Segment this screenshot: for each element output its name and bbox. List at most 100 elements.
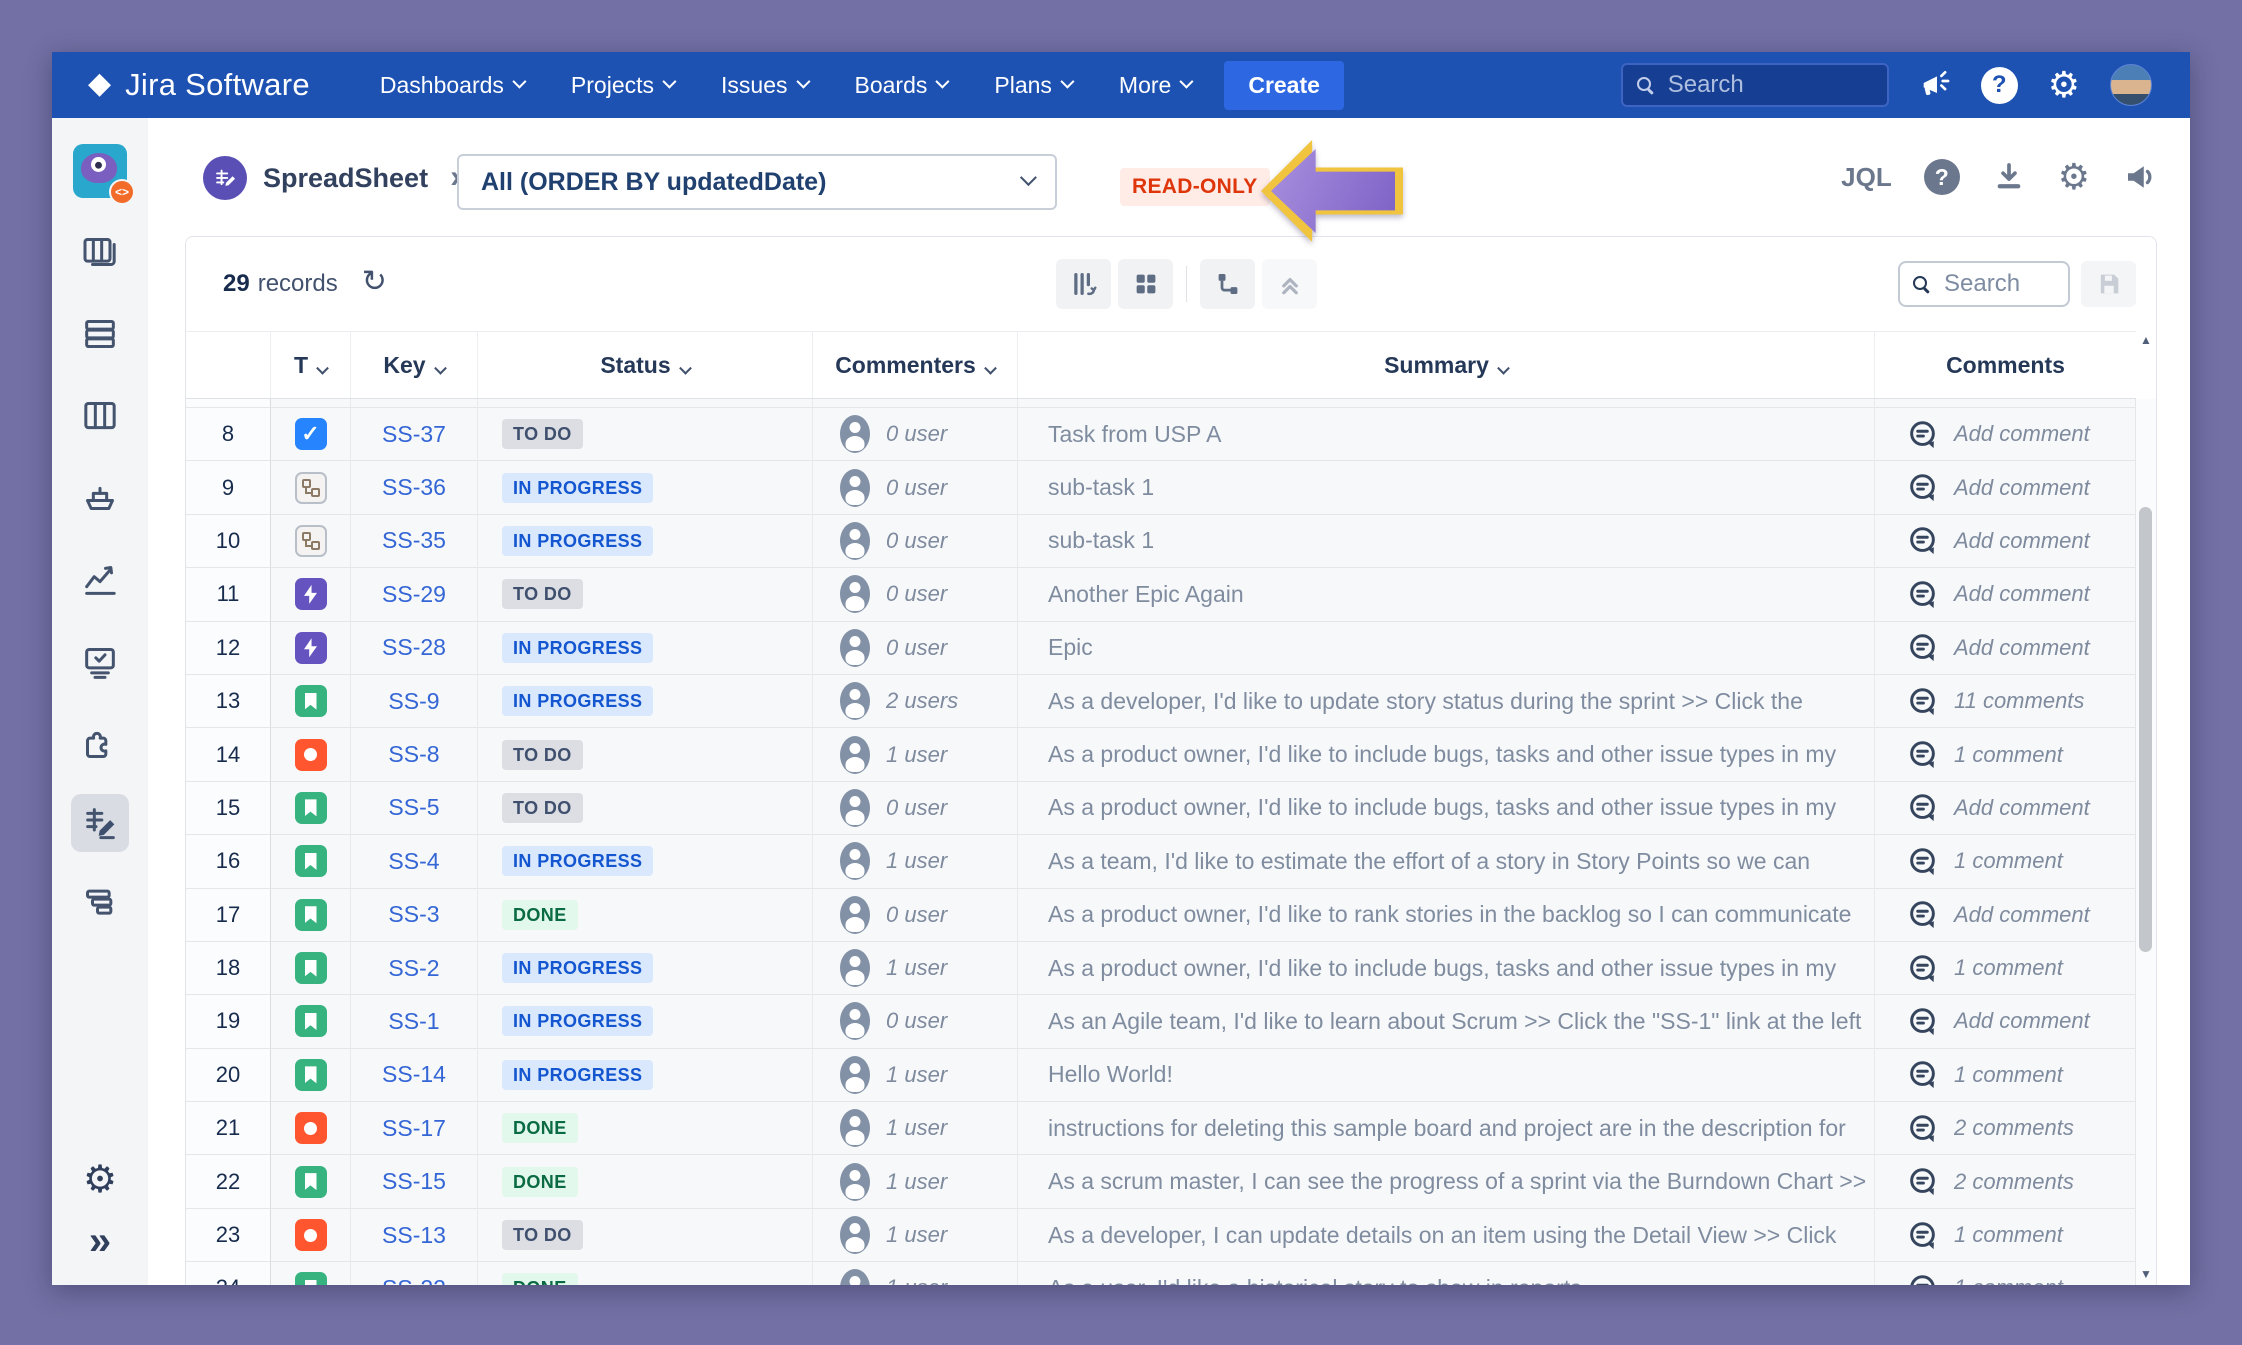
issue-key-link[interactable]: SS-15	[351, 1155, 478, 1208]
summary-cell[interactable]: sub-task 1	[1018, 461, 1875, 514]
save-filter-button[interactable]	[2081, 261, 2136, 307]
issue-key-link[interactable]: SS-5	[351, 782, 478, 835]
column-header-status[interactable]: Status	[478, 332, 813, 398]
sidebar-item-board[interactable]	[78, 230, 122, 274]
announcements-megaphone-icon[interactable]	[2122, 159, 2158, 195]
comments-cell[interactable]: 1 comment	[1875, 1209, 2136, 1262]
column-header-comments[interactable]: Comments	[1875, 332, 2136, 398]
issue-key-link[interactable]: SS-35	[351, 515, 478, 568]
help-icon[interactable]: ?	[1924, 159, 1960, 195]
summary-cell[interactable]: Task from USP A	[1018, 408, 1875, 461]
summary-cell[interactable]: instructions for deleting this sample bo…	[1018, 1102, 1875, 1155]
summary-cell[interactable]: sub-task 1	[1018, 515, 1875, 568]
comments-cell[interactable]: 2 comments	[1875, 1155, 2136, 1208]
summary-cell[interactable]: As a product owner, I'd like to include …	[1018, 728, 1875, 781]
issue-key-link[interactable]: SS-3	[351, 889, 478, 942]
configure-columns-button[interactable]	[1056, 259, 1111, 309]
issue-key-link[interactable]: SS-8	[351, 728, 478, 781]
comments-cell[interactable]: Add comment	[1875, 622, 2136, 675]
issue-key-link[interactable]: SS-14	[351, 1049, 478, 1102]
summary-cell[interactable]: As an Agile team, I'd like to learn abou…	[1018, 995, 1875, 1048]
card-view-button[interactable]	[1118, 259, 1173, 309]
summary-cell[interactable]: Epic	[1018, 622, 1875, 675]
comments-cell[interactable]: 1 comment	[1875, 1049, 2136, 1102]
summary-cell[interactable]: As a developer, I can update details on …	[1018, 1209, 1875, 1262]
scroll-down-icon[interactable]: ▼	[2140, 1267, 2152, 1281]
nav-menu-issues[interactable]: Issues	[721, 72, 806, 99]
comments-cell[interactable]: Add comment	[1875, 515, 2136, 568]
comments-cell[interactable]: 11 comments	[1875, 675, 2136, 728]
project-settings-gear-icon[interactable]: ⚙	[83, 1161, 117, 1199]
nav-menu-boards[interactable]: Boards	[855, 72, 947, 99]
comments-cell[interactable]: Add comment	[1875, 461, 2136, 514]
comments-cell[interactable]: Add comment	[1875, 782, 2136, 835]
nav-menu-dashboards[interactable]: Dashboards	[380, 72, 523, 99]
filter-dropdown[interactable]: All (ORDER BY updatedDate)	[457, 154, 1057, 210]
comments-cell[interactable]: 2 comments	[1875, 1102, 2136, 1155]
comments-cell[interactable]: Add comment	[1875, 889, 2136, 942]
summary-cell[interactable]: Another Epic Again	[1018, 568, 1875, 621]
download-icon[interactable]	[1992, 160, 2026, 194]
comments-cell[interactable]: 1 comment	[1875, 942, 2136, 995]
column-header-type[interactable]: T	[271, 332, 351, 398]
issue-key-link[interactable]: SS-29	[351, 568, 478, 621]
global-search[interactable]	[1621, 63, 1889, 107]
table-scrollbar[interactable]: ▲ ▼	[2135, 399, 2156, 1285]
global-search-input[interactable]	[1666, 70, 1850, 100]
nav-menu-more[interactable]: More	[1119, 72, 1190, 99]
sidebar-item-reports[interactable]	[78, 558, 122, 602]
summary-cell[interactable]: As a user, I'd like a historical story t…	[1018, 1262, 1875, 1285]
table-search[interactable]	[1898, 261, 2070, 307]
settings-gear-icon[interactable]: ⚙	[2048, 67, 2080, 103]
collapse-all-button[interactable]	[1262, 259, 1317, 309]
issue-key-link[interactable]: SS-36	[351, 461, 478, 514]
sidebar-item-add-ons[interactable]	[78, 722, 122, 766]
summary-cell[interactable]: As a product owner, I'd like to rank sto…	[1018, 889, 1875, 942]
scroll-up-icon[interactable]: ▲	[2140, 333, 2152, 347]
user-avatar[interactable]	[2110, 64, 2152, 106]
summary-cell[interactable]: As a developer, I'd like to update story…	[1018, 675, 1875, 728]
table-search-input[interactable]	[1942, 269, 2046, 299]
issue-key-link[interactable]: SS-28	[351, 622, 478, 675]
issue-key-link[interactable]: SS-13	[351, 1209, 478, 1262]
summary-cell[interactable]: Hello World!	[1018, 1049, 1875, 1102]
sidebar-item-spreadsheet-active[interactable]	[71, 794, 129, 852]
create-button[interactable]: Create	[1224, 61, 1344, 110]
comments-cell[interactable]: Add comment	[1875, 408, 2136, 461]
jql-button[interactable]: JQL	[1841, 162, 1892, 193]
sidebar-item-releases[interactable]	[78, 476, 122, 520]
sidebar-item-active-sprints[interactable]	[78, 394, 122, 438]
column-header-key[interactable]: Key	[351, 332, 478, 398]
nav-menu-projects[interactable]: Projects	[571, 72, 673, 99]
breadcrumb[interactable]: SpreadSheet ›	[203, 156, 461, 200]
announcements-megaphone-icon[interactable]	[1919, 69, 1951, 101]
column-header-commenters[interactable]: Commenters	[813, 332, 1018, 398]
spreadsheet-settings-gear-icon[interactable]: ⚙	[2058, 159, 2090, 195]
sidebar-item-timeline[interactable]	[78, 880, 122, 924]
issue-key-link[interactable]: SS-1	[351, 995, 478, 1048]
summary-cell[interactable]: As a team, I'd like to estimate the effo…	[1018, 835, 1875, 888]
comments-cell[interactable]: 1 comment	[1875, 1262, 2136, 1285]
issue-key-link[interactable]: SS-4	[351, 835, 478, 888]
issue-key-link[interactable]: SS-9	[351, 675, 478, 728]
project-avatar[interactable]: <>	[73, 144, 127, 198]
issue-key-link[interactable]: SS-2	[351, 942, 478, 995]
issue-key-link[interactable]: SS-22	[351, 1262, 478, 1285]
help-icon[interactable]: ?	[1981, 67, 2018, 104]
column-header-summary[interactable]: Summary	[1018, 332, 1875, 398]
sidebar-item-backlog[interactable]	[78, 312, 122, 356]
issue-key-link[interactable]: SS-17	[351, 1102, 478, 1155]
comments-cell[interactable]: Add comment	[1875, 995, 2136, 1048]
nav-menu-plans[interactable]: Plans	[994, 72, 1071, 99]
expand-sidebar-icon[interactable]: »	[89, 1225, 111, 1257]
summary-cell[interactable]: As a product owner, I'd like to include …	[1018, 942, 1875, 995]
issue-key-link[interactable]: SS-37	[351, 408, 478, 461]
hierarchy-view-button[interactable]	[1200, 259, 1255, 309]
summary-cell[interactable]: As a product owner, I'd like to include …	[1018, 782, 1875, 835]
sidebar-item-issues[interactable]	[78, 640, 122, 684]
jira-logo[interactable]: ◆ Jira Software	[88, 67, 310, 103]
comments-cell[interactable]: 1 comment	[1875, 728, 2136, 781]
scrollbar-thumb[interactable]	[2139, 507, 2152, 952]
comments-cell[interactable]: 1 comment	[1875, 835, 2136, 888]
refresh-icon[interactable]: ↻	[362, 267, 387, 297]
